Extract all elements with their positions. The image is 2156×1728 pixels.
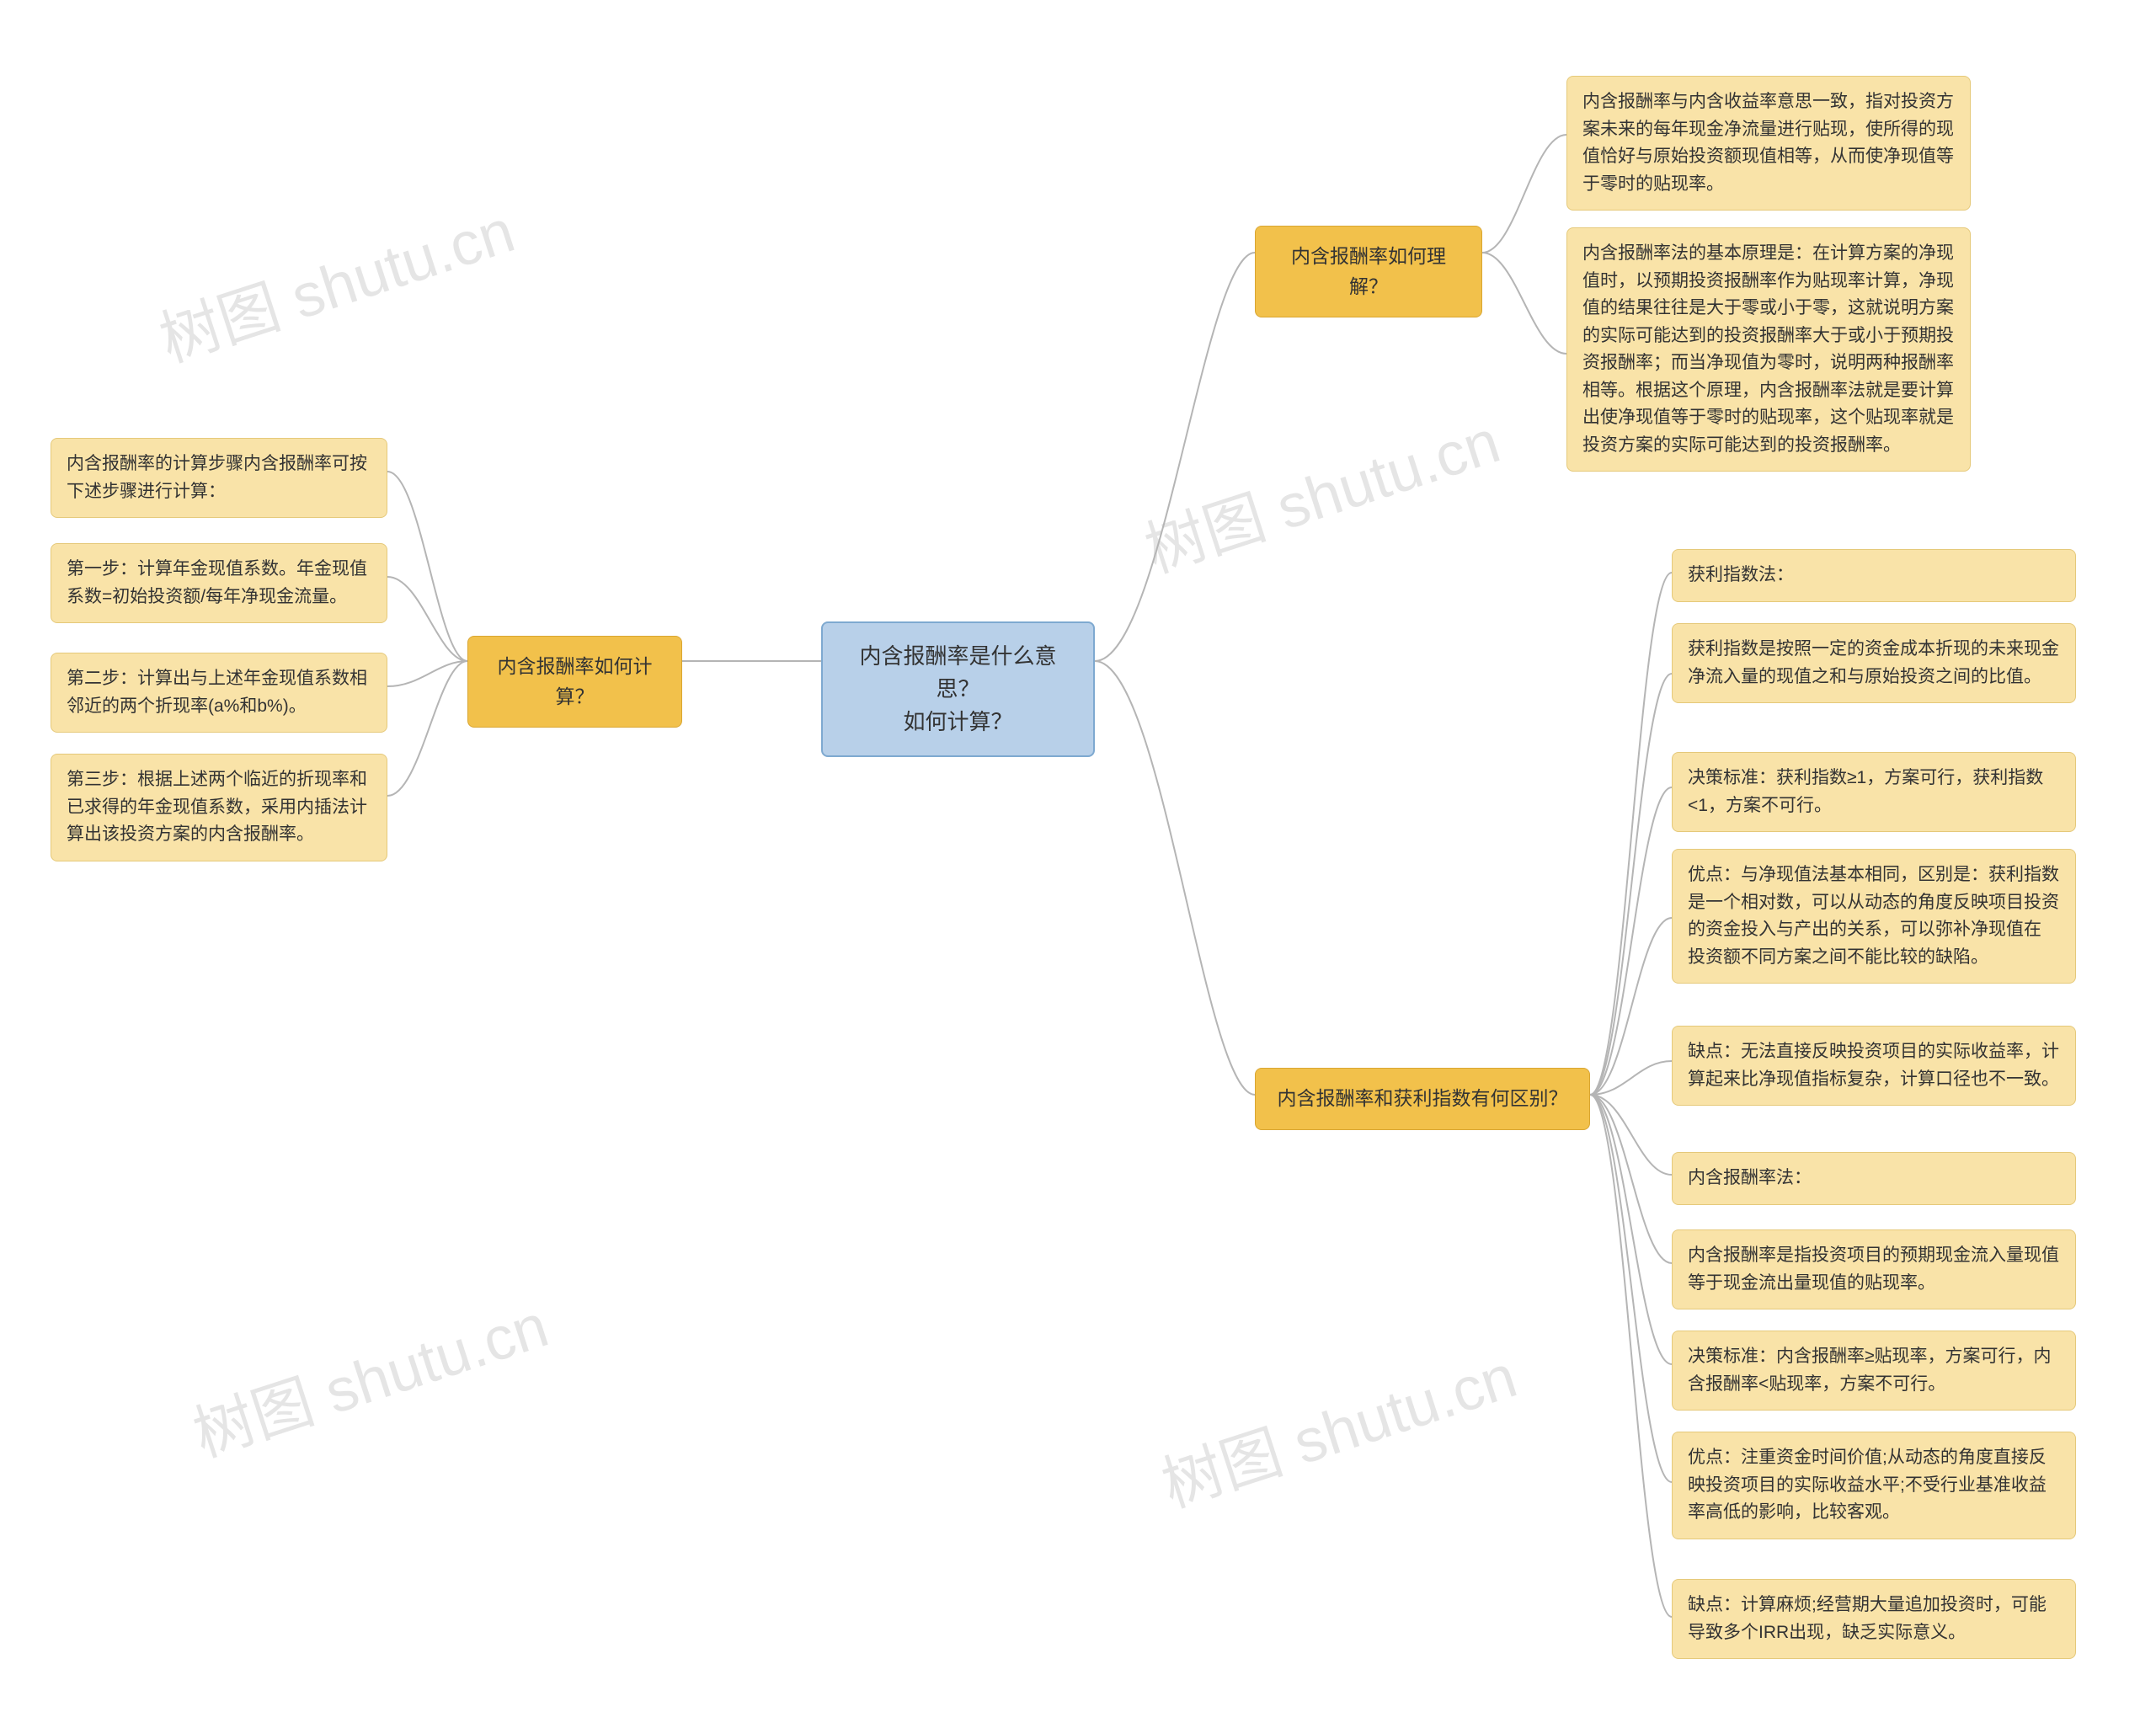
watermark: 树图 shutu.cn bbox=[147, 181, 523, 379]
leaf-diff-7[interactable]: 决策标准：内含报酬率≥贴现率，方案可行，内含报酬率<贴现率，方案不可行。 bbox=[1672, 1331, 2076, 1411]
branch-how-understand[interactable]: 内含报酬率如何理解？ bbox=[1255, 226, 1482, 317]
root-line1: 内含报酬率是什么意思？ bbox=[843, 640, 1073, 706]
leaf-diff-8[interactable]: 优点：注重资金时间价值;从动态的角度直接反映投资项目的实际收益水平;不受行业基准… bbox=[1672, 1432, 2076, 1539]
leaf-understand-1[interactable]: 内含报酬率与内含收益率意思一致，指对投资方案未来的每年现金净流量进行贴现，使所得… bbox=[1566, 76, 1971, 211]
leaf-diff-3[interactable]: 优点：与净现值法基本相同，区别是：获利指数是一个相对数，可以从动态的角度反映项目… bbox=[1672, 849, 2076, 984]
root-line2: 如何计算？ bbox=[843, 706, 1073, 739]
leaf-diff-4[interactable]: 缺点：无法直接反映投资项目的实际收益率，计算起来比净现值指标复杂，计算口径也不一… bbox=[1672, 1026, 2076, 1106]
leaf-diff-9[interactable]: 缺点：计算麻烦;经营期大量追加投资时，可能导致多个IRR出现，缺乏实际意义。 bbox=[1672, 1579, 2076, 1659]
leaf-diff-2[interactable]: 决策标准：获利指数≥1，方案可行，获利指数<1，方案不可行。 bbox=[1672, 752, 2076, 832]
watermark: 树图 shutu.cn bbox=[180, 1276, 557, 1474]
root-node[interactable]: 内含报酬率是什么意思？ 如何计算？ bbox=[821, 621, 1095, 757]
branch-difference[interactable]: 内含报酬率和获利指数有何区别？ bbox=[1255, 1068, 1590, 1130]
leaf-diff-5[interactable]: 内含报酬率法： bbox=[1672, 1152, 2076, 1205]
leaf-diff-6[interactable]: 内含报酬率是指投资项目的预期现金流入量现值等于现金流出量现值的贴现率。 bbox=[1672, 1229, 2076, 1309]
leaf-calc-intro[interactable]: 内含报酬率的计算步骤内含报酬率可按下述步骤进行计算： bbox=[51, 438, 387, 518]
leaf-calc-step1[interactable]: 第一步：计算年金现值系数。年金现值系数=初始投资额/每年净现金流量。 bbox=[51, 543, 387, 623]
watermark: 树图 shutu.cn bbox=[1132, 392, 1508, 589]
leaf-understand-2[interactable]: 内含报酬率法的基本原理是：在计算方案的净现值时，以预期投资报酬率作为贴现率计算，… bbox=[1566, 227, 1971, 472]
leaf-diff-0[interactable]: 获利指数法： bbox=[1672, 549, 2076, 602]
leaf-diff-1[interactable]: 获利指数是按照一定的资金成本折现的未来现金净流入量的现值之和与原始投资之间的比值… bbox=[1672, 623, 2076, 703]
watermark: 树图 shutu.cn bbox=[1149, 1326, 1525, 1524]
leaf-calc-step3[interactable]: 第三步：根据上述两个临近的折现率和已求得的年金现值系数，采用内插法计算出该投资方… bbox=[51, 754, 387, 861]
branch-how-calculate[interactable]: 内含报酬率如何计算？ bbox=[467, 636, 682, 728]
leaf-calc-step2[interactable]: 第二步：计算出与上述年金现值系数相邻近的两个折现率(a%和b%)。 bbox=[51, 653, 387, 733]
